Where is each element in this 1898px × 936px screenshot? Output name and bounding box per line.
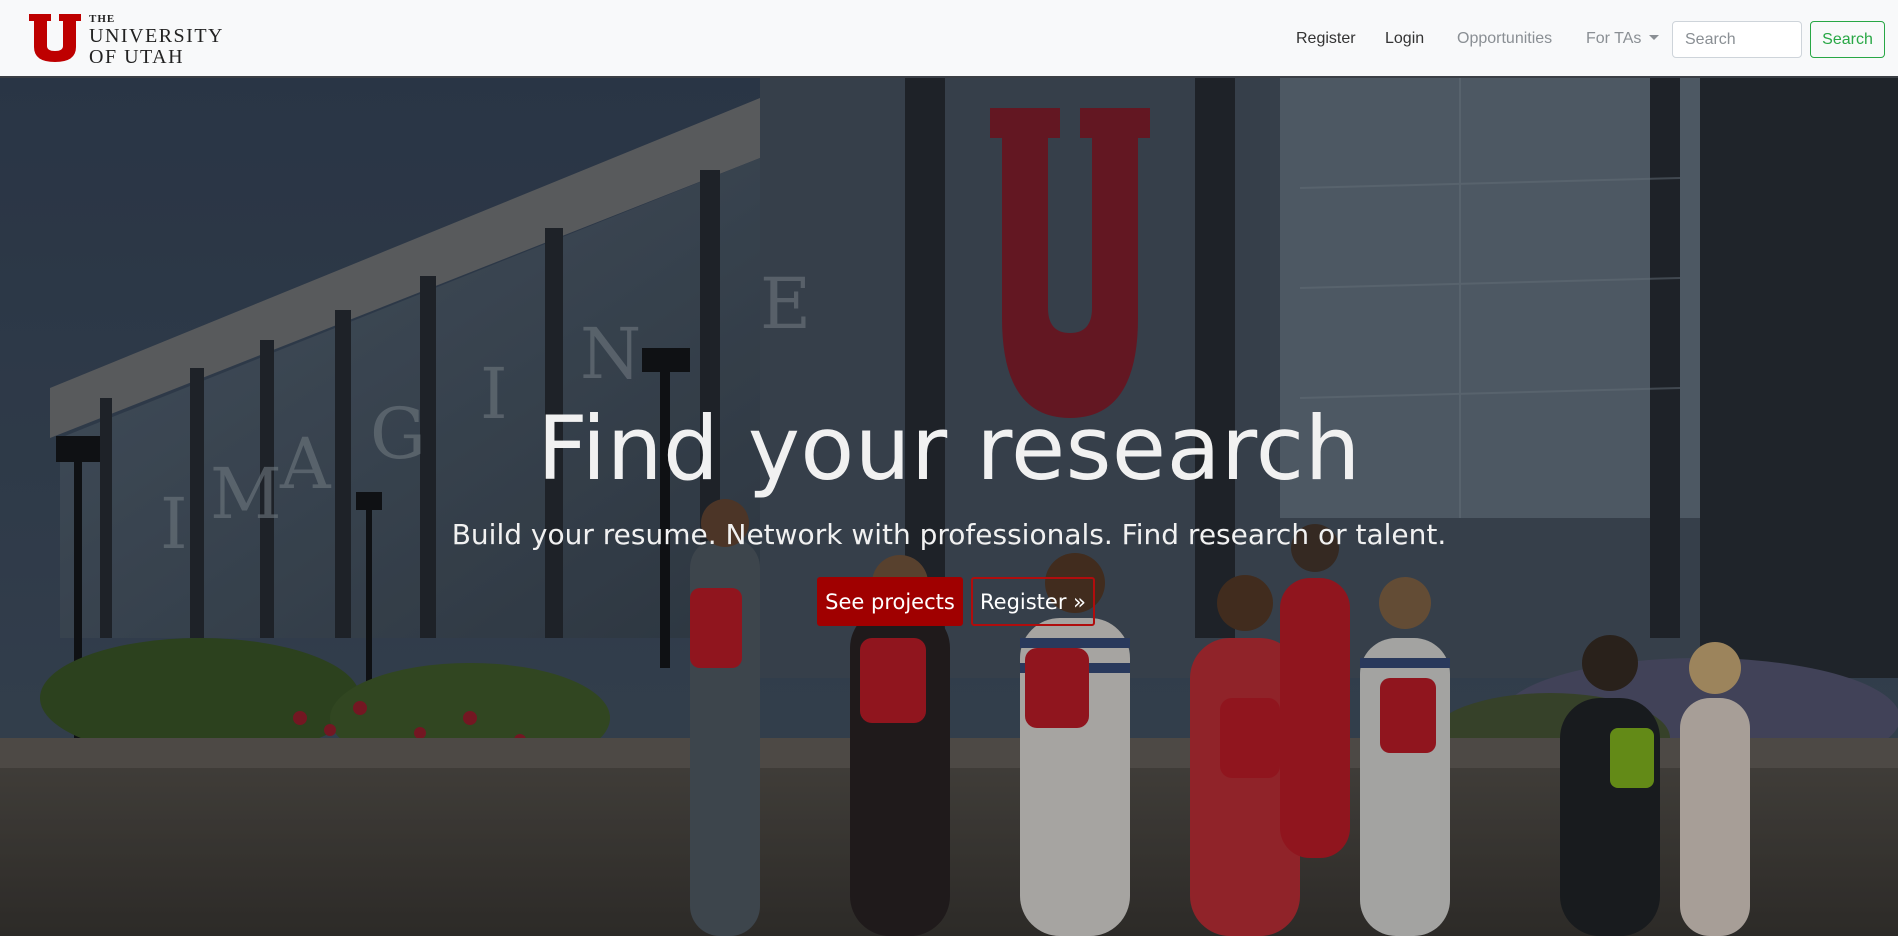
see-projects-button[interactable]: See projects bbox=[817, 577, 963, 626]
nav-opportunities-link[interactable]: Opportunities bbox=[1457, 30, 1552, 48]
brand-university: UNIVERSITY bbox=[89, 25, 224, 47]
hero-subtitle: Build your resume. Network with professi… bbox=[451, 518, 1447, 551]
chevron-down-icon bbox=[1649, 35, 1660, 40]
brand-wordmark: THE UNIVERSITY OF UTAH bbox=[89, 13, 224, 68]
top-navbar: THE UNIVERSITY OF UTAH Register Login Op… bbox=[0, 0, 1898, 78]
hero-section: I M A G I N E Find your research Build y… bbox=[0, 78, 1898, 936]
hero-title: Find your research bbox=[537, 397, 1361, 500]
university-logo[interactable]: THE UNIVERSITY OF UTAH bbox=[29, 14, 224, 67]
search-button[interactable]: Search bbox=[1810, 21, 1885, 58]
nav-for-tas-dropdown[interactable]: For TAs bbox=[1586, 30, 1660, 48]
block-u-icon bbox=[29, 14, 81, 62]
nav-for-tas-label: For TAs bbox=[1586, 30, 1642, 47]
brand-of-utah: OF UTAH bbox=[89, 46, 185, 68]
nav-login-link[interactable]: Login bbox=[1385, 30, 1424, 48]
brand-the: THE bbox=[89, 13, 116, 25]
search-input[interactable] bbox=[1672, 21, 1802, 58]
nav-register-link[interactable]: Register bbox=[1296, 30, 1356, 48]
register-button[interactable]: Register » bbox=[971, 577, 1095, 626]
hero-dark-overlay bbox=[0, 78, 1898, 936]
